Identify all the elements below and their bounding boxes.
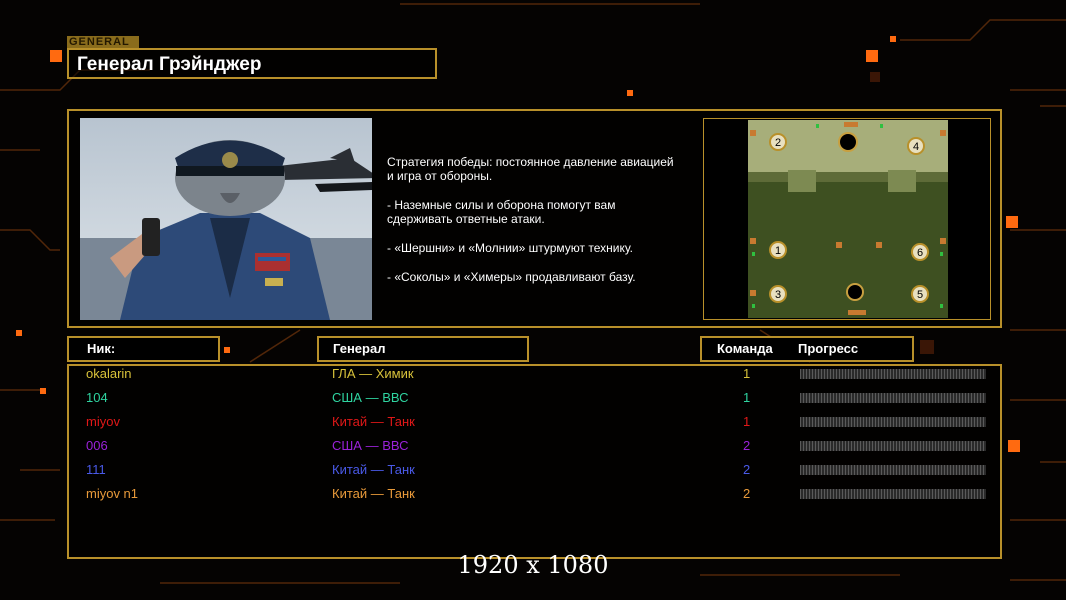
start-slot-number: 1 — [775, 245, 781, 257]
page-title: Генерал Грэйнджер — [77, 54, 262, 75]
player-team: 1 — [743, 414, 751, 429]
general-tag: GENERAL — [67, 36, 139, 48]
resolution-label: 1920 x 1080 — [457, 551, 609, 579]
player-general: Китай — Танк — [332, 414, 415, 429]
player-general: США — ВВС — [332, 390, 409, 405]
player-team: 1 — [743, 390, 751, 405]
player-general: Китай — Танк — [332, 462, 415, 477]
players-rows: okalarin ГЛА — Химик 1 104 США — ВВС 1 miyov Ки… — [69, 364, 1004, 559]
player-team: 1 — [743, 366, 751, 381]
player-nick: miyov — [86, 414, 120, 429]
player-nick: 104 — [86, 390, 108, 405]
strategy-line: - «Соколы» и «Химеры» продавливают базу. — [387, 270, 636, 284]
start-slot-1[interactable]: 1 — [769, 241, 787, 259]
progress-header-label: Прогресс — [798, 341, 859, 356]
player-nick: 006 — [86, 438, 108, 453]
table-row: miyov n1 Китай — Танк 2 — [69, 484, 1004, 508]
player-general: ГЛА — Химик — [332, 366, 414, 381]
player-nick: okalarin — [86, 366, 132, 381]
general-header-label: Генерал — [333, 341, 386, 356]
table-row: okalarin ГЛА — Химик 1 — [69, 364, 1004, 388]
player-team: 2 — [743, 438, 751, 453]
strategy-line: - Наземные силы и оборона помогут вам сд… — [387, 198, 616, 226]
title-box: Генерал Грэйнджер — [67, 48, 437, 79]
general-portrait — [80, 118, 372, 320]
general-header: Генерал — [317, 336, 529, 362]
table-row: miyov Китай — Танк 1 — [69, 412, 1004, 436]
minimap: 1 2 3 4 5 6 — [703, 118, 991, 320]
start-slot-4[interactable]: 4 — [907, 137, 925, 155]
start-slot-number: 2 — [775, 137, 781, 149]
team-header-label: Команда — [717, 341, 773, 356]
progress-bar — [800, 465, 986, 475]
progress-bar — [800, 369, 986, 379]
progress-bar — [800, 441, 986, 451]
strategy-line: - «Шершни» и «Молнии» штурмуют технику. — [387, 241, 633, 255]
table-row: 104 США — ВВС 1 — [69, 388, 1004, 412]
start-slot-5[interactable]: 5 — [911, 285, 929, 303]
start-slot-2[interactable]: 2 — [769, 133, 787, 151]
player-nick: miyov n1 — [86, 486, 139, 501]
nick-header-label: Ник: — [87, 341, 116, 356]
player-general: США — ВВС — [332, 438, 409, 453]
start-slot-6[interactable]: 6 — [911, 243, 929, 261]
minimap-start-slots: 1 2 3 4 5 6 — [769, 133, 929, 303]
table-row: 006 США — ВВС 2 — [69, 436, 1004, 460]
progress-bar — [800, 489, 986, 499]
strategy-line: Стратегия победы: постоянное давление ав… — [387, 155, 674, 183]
nick-header: Ник: — [67, 336, 220, 362]
table-row: 111 Китай — Танк 2 — [69, 460, 1004, 484]
start-slot-number: 6 — [917, 247, 923, 259]
progress-bar — [800, 417, 986, 427]
player-general: Китай — Танк — [332, 486, 415, 501]
player-nick: 111 — [86, 462, 106, 477]
team-progress-header: Команда Прогресс — [700, 336, 914, 362]
strategy-text: Стратегия победы: постоянное давление ав… — [387, 155, 697, 299]
player-team: 2 — [743, 462, 751, 477]
start-slot-number: 5 — [917, 289, 923, 301]
progress-bar — [800, 393, 986, 403]
start-slot-3[interactable]: 3 — [769, 285, 787, 303]
player-team: 2 — [743, 486, 751, 501]
start-slot-number: 3 — [775, 289, 781, 301]
start-slot-number: 4 — [913, 141, 919, 153]
